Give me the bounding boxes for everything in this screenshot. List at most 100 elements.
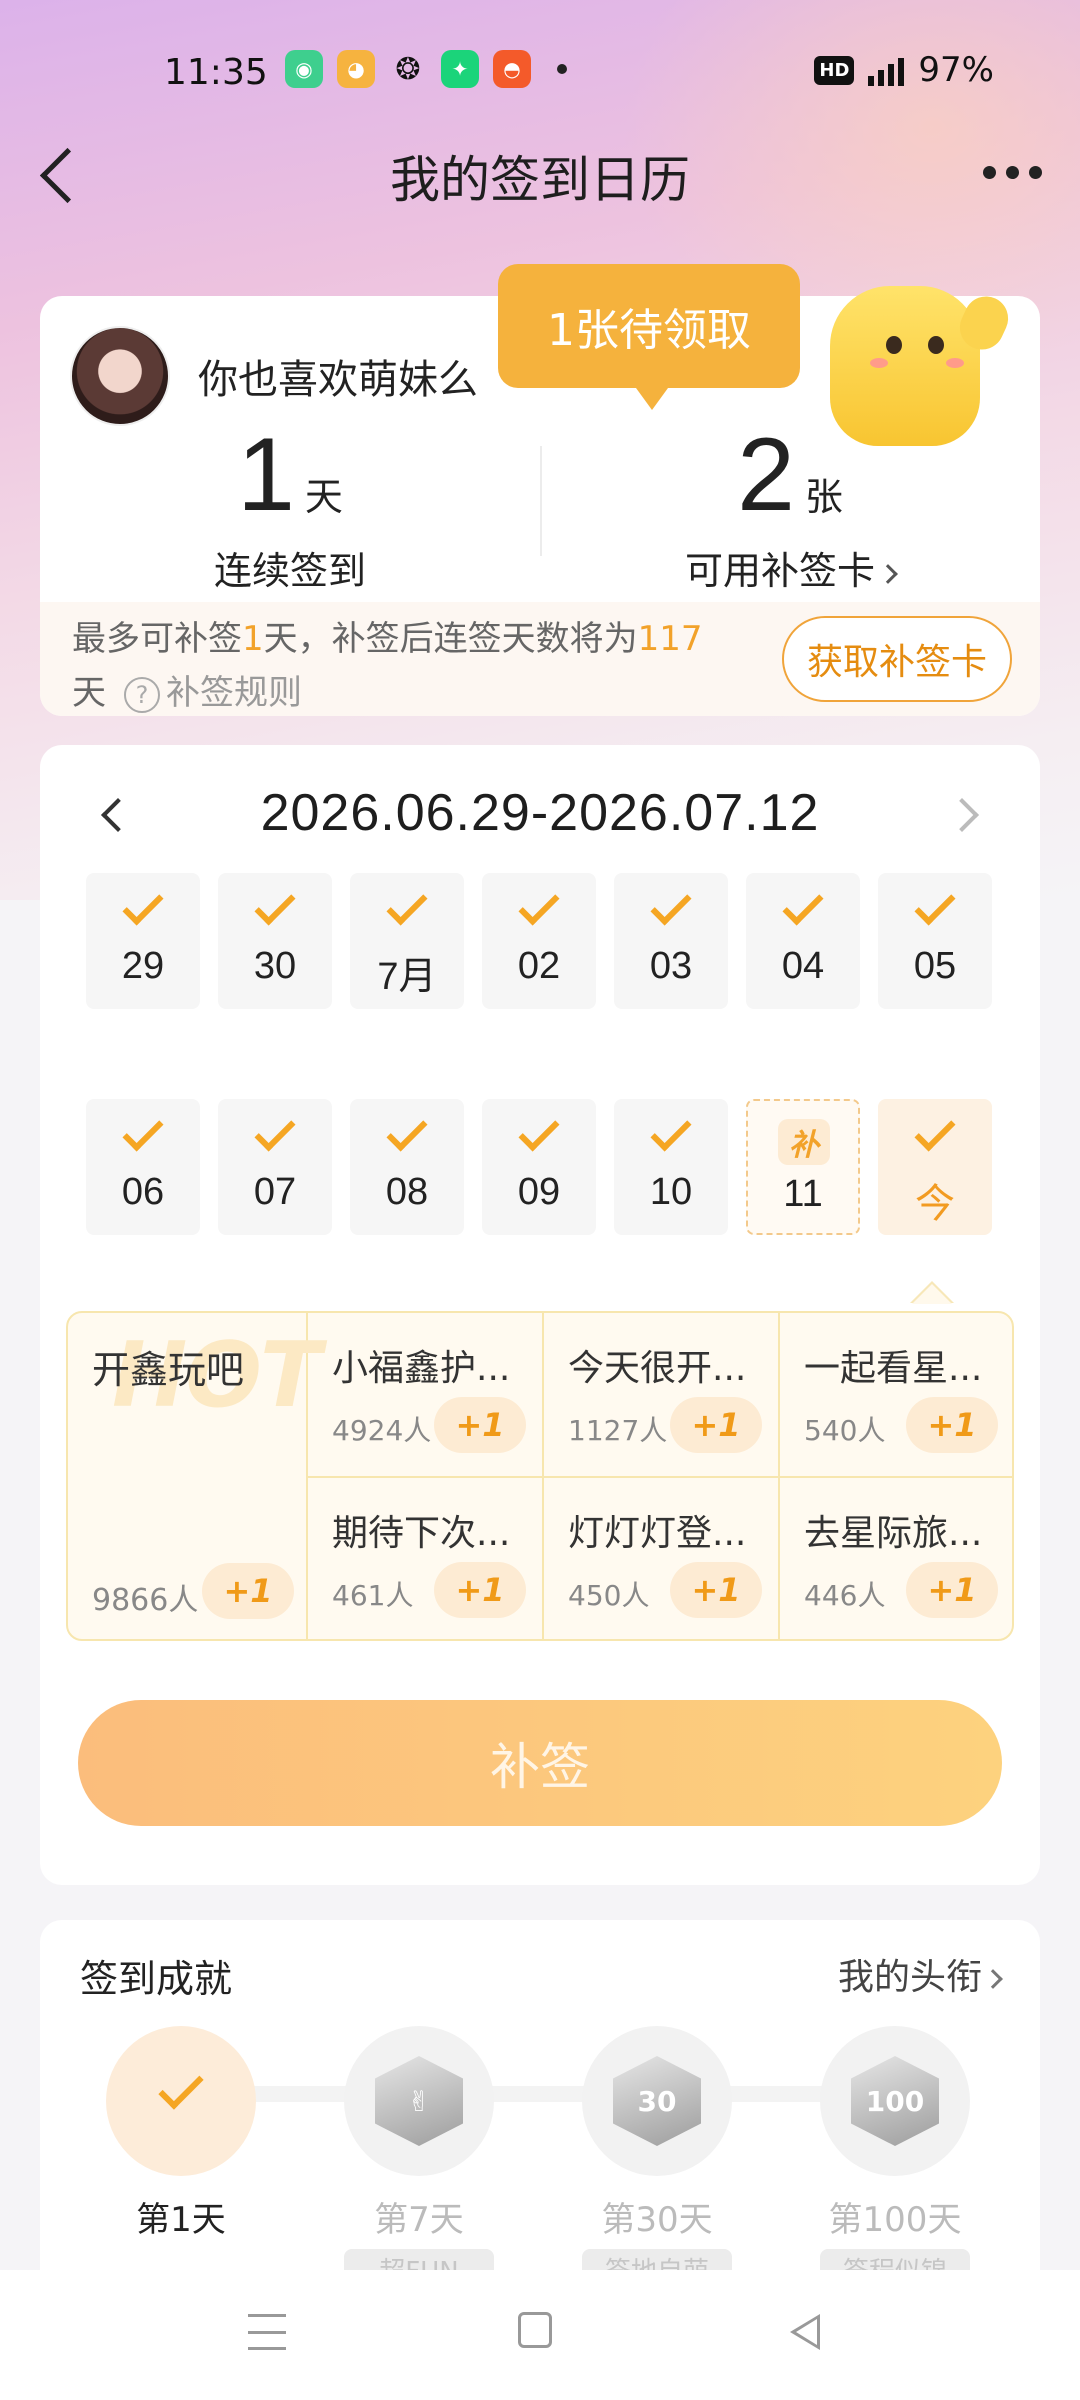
check-icon — [518, 1110, 560, 1152]
more-notifications-dot — [557, 64, 567, 74]
system-icons: HD 97% — [814, 50, 994, 90]
day-cell[interactable]: 02 — [482, 873, 596, 1009]
topic-name: 灯灯灯登... — [568, 1513, 747, 1554]
day-cell[interactable]: 06 — [86, 1099, 200, 1235]
chevron-right-icon[interactable] — [942, 787, 992, 843]
today-cell[interactable]: 今 — [878, 1099, 992, 1235]
my-titles-label: 我的头衔 — [837, 1957, 982, 1998]
day-label: 04 — [781, 945, 825, 987]
plus-one-button[interactable]: +1 — [434, 1397, 526, 1453]
achievement-day1[interactable]: 第1天 — [106, 2026, 256, 2241]
date-range: 2026.06.29-2026.07.12 — [260, 784, 820, 842]
recent-apps-icon[interactable] — [248, 2314, 286, 2350]
check-icon — [386, 884, 428, 926]
check-icon — [914, 1110, 956, 1152]
day-label: 06 — [121, 1171, 165, 1213]
get-makeup-card-button[interactable]: 获取补签卡 — [782, 616, 1012, 702]
topic-count: 4924人 — [332, 1414, 432, 1447]
day-label: 05 — [913, 945, 957, 987]
topic-cell[interactable]: 一起看星... 540人 +1 — [780, 1313, 1012, 1478]
week-row-1: 29 30 7月 02 03 04 05 — [86, 873, 996, 1013]
signin-summary-card: 你也喜欢萌妹么 1张待领取 1 天 连续签到 2 张 可用补签卡 最多可补签1天… — [40, 264, 1040, 716]
stats-divider — [540, 446, 542, 556]
topic-count: 450人 — [568, 1579, 650, 1612]
topic-count: 461人 — [332, 1579, 414, 1612]
medal-icon: ✌ — [375, 2056, 463, 2146]
day-cell[interactable]: 30 — [218, 873, 332, 1009]
makeup-day-cell[interactable]: 补 11 — [746, 1099, 860, 1235]
tip-days: 1 — [242, 619, 264, 659]
cards-unit: 张 — [804, 475, 843, 519]
plus-one-button[interactable]: +1 — [670, 1397, 762, 1453]
day-label: 02 — [517, 945, 561, 987]
status-time: 11:35 — [164, 52, 268, 93]
achievement-day100[interactable]: 100 第100天 签程似锦 — [820, 2026, 970, 2289]
day-cell[interactable]: 08 — [350, 1099, 464, 1235]
achievement-day7[interactable]: ✌ 第7天 超FUN — [344, 2026, 494, 2289]
achievements-title: 签到成就 — [80, 1957, 233, 2001]
cards-label: 可用补签卡 — [684, 549, 875, 593]
plus-one-button[interactable]: +1 — [202, 1563, 294, 1619]
avatar[interactable] — [70, 326, 170, 426]
tip-streak-after: 117 — [637, 619, 703, 659]
check-icon — [518, 884, 560, 926]
day-cell[interactable]: 07 — [218, 1099, 332, 1235]
today-label: 今 — [915, 1182, 955, 1226]
check-icon — [650, 884, 692, 926]
home-icon[interactable] — [518, 2312, 552, 2348]
topic-cell[interactable]: 今天很开... 1127人 +1 — [544, 1313, 780, 1478]
day-cell[interactable]: 03 — [614, 873, 728, 1009]
topic-cell[interactable]: 期待下次... 461人 +1 — [308, 1478, 544, 1639]
help-icon[interactable]: ? — [124, 676, 160, 713]
taobao-icon: ◓ — [493, 50, 531, 88]
day-cell[interactable]: 29 — [86, 873, 200, 1009]
chevron-right-icon — [983, 1969, 1003, 1989]
medal-icon: 30 — [613, 2056, 701, 2146]
makeup-signin-button[interactable]: 补签 — [78, 1700, 1002, 1826]
topic-name: 一起看星... — [804, 1348, 983, 1389]
plus-one-button[interactable]: +1 — [434, 1562, 526, 1618]
topic-name: 期待下次... — [332, 1513, 511, 1554]
medal-icon: 100 — [851, 2056, 939, 2146]
day-label: 09 — [517, 1171, 561, 1213]
chevron-right-icon — [878, 563, 898, 584]
topic-cell[interactable]: 去星际旅... 446人 +1 — [780, 1478, 1012, 1639]
plus-one-button[interactable]: +1 — [906, 1562, 998, 1618]
check-icon — [254, 884, 296, 926]
system-back-icon[interactable] — [786, 2310, 826, 2350]
topic-name: 小福鑫护... — [332, 1348, 511, 1389]
my-titles-link[interactable]: 我的头衔 — [837, 1948, 1003, 2000]
plus-one-button[interactable]: +1 — [906, 1397, 998, 1453]
day-cell[interactable]: 05 — [878, 873, 992, 1009]
day-label: 10 — [649, 1171, 693, 1213]
pending-card-popup[interactable]: 1张待领取 — [498, 264, 800, 410]
week-row-2: 06 07 08 09 10 补 11 今 — [86, 1099, 996, 1239]
day-cell[interactable]: 7月 — [350, 873, 464, 1009]
page-title: 我的签到日历 — [390, 151, 690, 209]
featured-topic[interactable]: HOT 开鑫玩吧 9866人 +1 — [68, 1313, 321, 1639]
day-cell[interactable]: 09 — [482, 1099, 596, 1235]
streak-label: 连续签到 — [213, 549, 366, 593]
topic-name: 开鑫玩吧 — [92, 1348, 245, 1392]
tip-suffix: 天 — [72, 673, 106, 713]
calendar-header: 2026.06.29-2026.07.12 — [40, 775, 1040, 855]
day-label: 08 — [385, 1171, 429, 1213]
hd-icon: HD — [814, 55, 855, 85]
check-icon — [254, 1110, 296, 1152]
day-cell[interactable]: 10 — [614, 1099, 728, 1235]
calendar-card: 2026.06.29-2026.07.12 29 30 7月 02 03 04 … — [40, 745, 1040, 1885]
more-options-button[interactable] — [972, 152, 1052, 192]
rules-link[interactable]: 补签规则 — [166, 673, 302, 713]
day-label: 07 — [253, 1171, 297, 1213]
day-cell[interactable]: 04 — [746, 873, 860, 1009]
plus-one-button[interactable]: +1 — [670, 1562, 762, 1618]
day-label: 30 — [253, 945, 297, 987]
achievement-label: 第7天 — [374, 2200, 464, 2240]
makeup-tip-bar: 最多可补签1天，补签后连签天数将为117 天? 补签规则 获取补签卡 — [40, 602, 1040, 716]
makeup-cards-stat[interactable]: 2 张 可用补签卡 — [540, 416, 1040, 596]
day-label: 03 — [649, 945, 693, 987]
topic-cell[interactable]: 灯灯灯登... 450人 +1 — [544, 1478, 780, 1639]
topic-cell[interactable]: 小福鑫护... 4924人 +1 — [308, 1313, 544, 1478]
check-icon — [122, 1110, 164, 1152]
achievement-day30[interactable]: 30 第30天 签地自萌 — [582, 2026, 732, 2289]
